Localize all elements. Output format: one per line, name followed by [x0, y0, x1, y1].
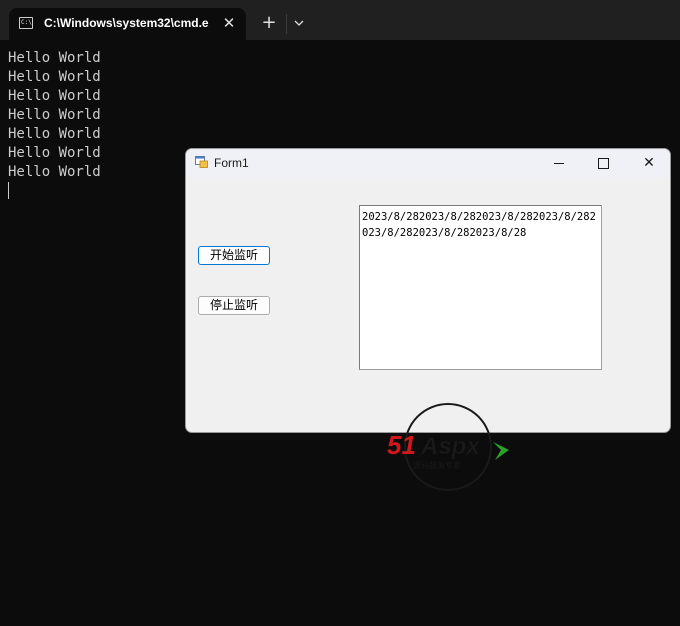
close-icon: ✕ [643, 155, 655, 171]
tab-title: C:\Windows\system32\cmd.exe [44, 16, 209, 30]
minimize-button[interactable] [537, 149, 581, 177]
terminal-line: Hello World [8, 69, 101, 85]
terminal-line: Hello World [8, 107, 101, 123]
terminal-line: Hello World [8, 88, 101, 104]
terminal-line: Hello World [8, 126, 101, 142]
maximize-icon [597, 157, 609, 169]
new-tab-button[interactable]: + [258, 12, 280, 34]
terminal-line: Hello World [8, 50, 101, 66]
watermark-tagline: 源码服务专家 [413, 460, 461, 470]
minimize-icon [554, 162, 564, 164]
cmd-icon: C:\ [19, 17, 33, 29]
start-listening-button[interactable]: 开始监听 [198, 246, 270, 265]
maximize-button[interactable] [581, 149, 625, 177]
terminal-tab-bar: C:\ C:\Windows\system32\cmd.exe ✕ + [0, 0, 680, 40]
form-title-bar[interactable]: Form1 ✕ [186, 149, 670, 177]
watermark-brand-dark: Aspx [420, 433, 481, 460]
watermark-logo: 51 Aspx 源码服务专家 [387, 403, 509, 491]
chevron-down-icon [294, 20, 304, 26]
form-app-icon [195, 156, 208, 168]
terminal-cursor [8, 182, 9, 199]
watermark-brand-red: 51 [387, 430, 416, 460]
tab-dropdown-button[interactable] [290, 12, 308, 34]
tab-separator [286, 14, 287, 34]
stop-listening-button[interactable]: 停止监听 [198, 296, 270, 315]
watermark-swoosh [493, 442, 509, 460]
close-tab-icon[interactable]: ✕ [220, 14, 238, 32]
close-button[interactable]: ✕ [627, 149, 670, 177]
terminal-tab[interactable]: C:\ C:\Windows\system32\cmd.exe ✕ [9, 8, 246, 40]
form-title: Form1 [214, 156, 249, 170]
form-window: Form1 ✕ 开始监听 停止监听 2023/8/282023/8/282023… [185, 148, 671, 433]
output-textbox[interactable]: 2023/8/282023/8/282023/8/282023/8/282023… [359, 205, 602, 370]
